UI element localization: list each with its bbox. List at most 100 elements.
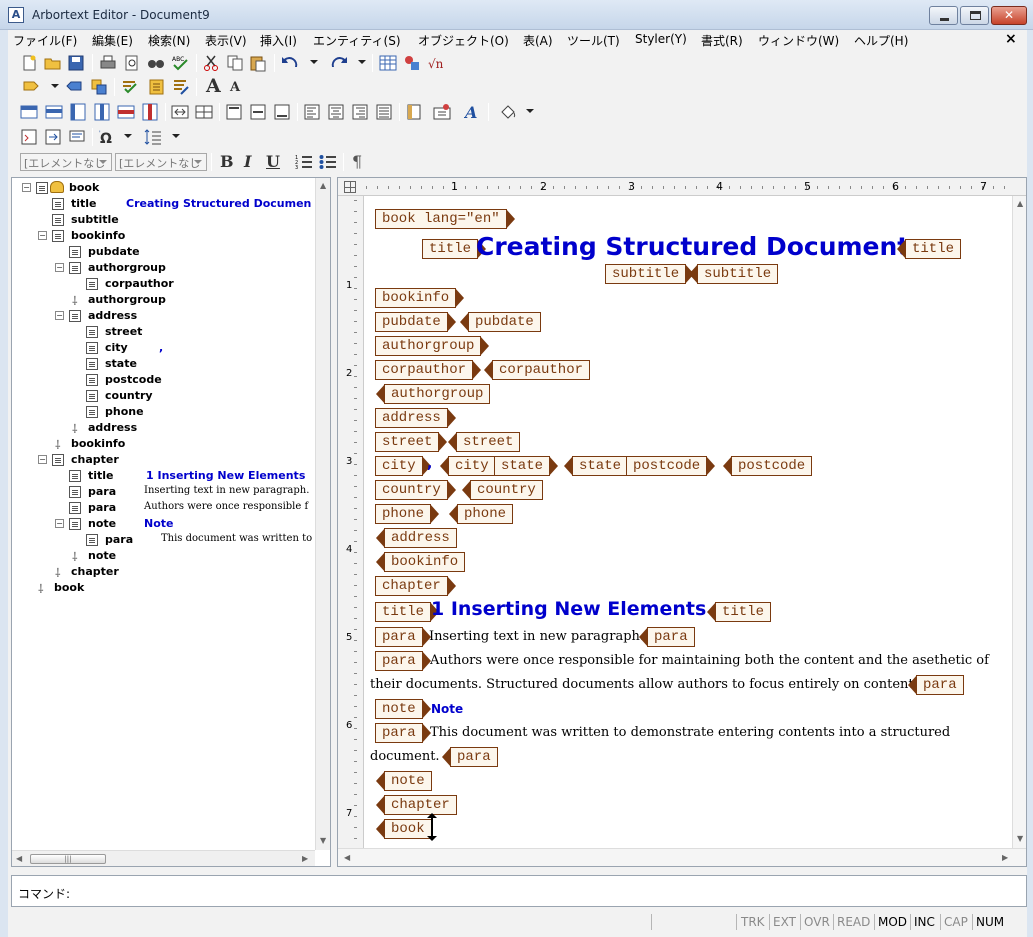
tree-row-note-para[interactable]: para This document was written to — [86, 532, 314, 548]
insert-row-below-icon[interactable] — [45, 103, 63, 121]
bullet-list-icon[interactable] — [319, 153, 337, 171]
menu-object[interactable]: オブジェクト(O) — [418, 32, 509, 49]
tag-para3-start[interactable]: para — [375, 723, 431, 743]
paste-icon[interactable] — [249, 54, 267, 72]
scroll-down-icon[interactable]: ▼ — [320, 836, 326, 845]
insert-column-left-icon[interactable] — [69, 103, 87, 121]
menu-table[interactable]: 表(A) — [523, 32, 553, 49]
tag-address-start[interactable]: address — [375, 408, 456, 428]
tree-row-postcode[interactable]: postcode — [86, 372, 286, 388]
close-document-button[interactable]: × — [1005, 31, 1017, 47]
document-vertical-scrollbar[interactable]: ▲ ▼ — [1012, 196, 1026, 848]
font-size-up-icon[interactable]: A — [206, 75, 221, 97]
tag-country-end[interactable]: country — [462, 480, 543, 500]
modify-attributes-icon[interactable] — [172, 78, 190, 96]
tree-row-chapter[interactable]: − chapter — [38, 452, 238, 468]
tag-street-end[interactable]: street — [447, 432, 521, 452]
tree-row-authorgroup-end[interactable]: ⸸ authorgroup — [72, 292, 272, 308]
scroll-up-icon[interactable]: ▲ — [320, 181, 326, 190]
tag-postcode-start[interactable]: postcode — [626, 456, 716, 476]
tree-row-para-2[interactable]: para Authors were once responsible f — [69, 500, 314, 516]
tag-book-end[interactable]: book — [376, 819, 432, 839]
cell-properties-icon[interactable] — [433, 103, 451, 121]
tag-chapter-title-end[interactable]: title — [706, 602, 772, 622]
align-bottom-icon[interactable] — [273, 103, 291, 121]
collapse-icon[interactable]: − — [38, 455, 47, 464]
fill-color-dropdown[interactable] — [526, 109, 534, 113]
tag-state-end[interactable]: state — [563, 456, 629, 476]
collapse-icon[interactable]: − — [38, 231, 47, 240]
tree-row-book[interactable]: − book — [22, 180, 312, 196]
tag-bookinfo-end[interactable]: bookinfo — [375, 552, 466, 572]
bold-button[interactable]: B — [220, 152, 234, 171]
element-list-2[interactable]: [エレメントなし — [115, 153, 207, 171]
tag-para2-start[interactable]: para — [375, 651, 431, 671]
undo-dropdown[interactable] — [310, 60, 318, 64]
tree-row-address[interactable]: − address — [55, 308, 255, 324]
change-markup-icon[interactable] — [66, 78, 84, 96]
tag-chapter-end[interactable]: chapter — [376, 795, 457, 815]
tag-postcode-end[interactable]: postcode — [722, 456, 813, 476]
tree-row-book-end[interactable]: ⸸ book — [38, 580, 238, 596]
tag-chapter-title-start[interactable]: title — [375, 602, 440, 622]
print-icon[interactable] — [99, 54, 117, 72]
menu-help[interactable]: ヘルプ(H) — [854, 32, 908, 49]
element-list-1[interactable]: [エレメントなし — [20, 153, 112, 171]
tag-book-start[interactable]: book lang="en" — [375, 209, 515, 229]
tag-pubdate-start[interactable]: pubdate — [375, 312, 456, 332]
tag-street-start[interactable]: street — [375, 432, 448, 452]
document-horizontal-scrollbar[interactable]: ◀ ▶ — [338, 848, 1026, 866]
tree-row-city[interactable]: city , — [86, 340, 286, 356]
collapse-icon[interactable]: − — [55, 263, 64, 272]
tag-para1-end[interactable]: para — [639, 627, 695, 647]
italic-button[interactable]: I — [244, 152, 251, 171]
tree-row-chapter-end[interactable]: ⸸ chapter — [55, 564, 255, 580]
tag-note-start[interactable]: note — [375, 699, 431, 719]
tag-corpauthor-start[interactable]: corpauthor — [375, 360, 482, 380]
collapse-icon[interactable]: − — [55, 519, 64, 528]
delete-row-icon[interactable] — [117, 103, 135, 121]
numbered-list-icon[interactable]: 123 — [295, 153, 313, 171]
tag-pubdate-end[interactable]: pubdate — [460, 312, 541, 332]
align-middle-icon[interactable] — [249, 103, 267, 121]
minimize-button[interactable] — [929, 6, 958, 25]
scroll-right-icon[interactable]: ▶ — [302, 854, 308, 863]
scroll-right-icon[interactable]: ▶ — [1002, 853, 1008, 862]
tree-row-chapter-title[interactable]: title 1 Inserting New Elements — [69, 468, 314, 484]
tree-row-bookinfo-end[interactable]: ⸸ bookinfo — [55, 436, 255, 452]
redo-icon[interactable] — [330, 54, 348, 72]
table-icon[interactable] — [379, 54, 397, 72]
command-line[interactable]: コマンド: — [11, 875, 1027, 907]
tag-city-end[interactable]: city — [440, 456, 496, 476]
tag-city-start[interactable]: city — [375, 456, 431, 476]
tag-subtitle-end[interactable]: subtitle — [688, 264, 779, 284]
save-icon[interactable] — [67, 54, 85, 72]
align-left-icon[interactable] — [303, 103, 321, 121]
tree-row-note-end[interactable]: ⸸ note — [72, 548, 272, 564]
tree-row-state[interactable]: state — [86, 356, 286, 372]
cut-icon[interactable] — [202, 54, 220, 72]
edit-attributes-icon[interactable] — [148, 78, 166, 96]
tag-phone-start[interactable]: phone — [375, 504, 440, 524]
tag-phone-end[interactable]: phone — [448, 504, 514, 524]
line-spacing-icon[interactable] — [144, 128, 162, 146]
tag-corpauthor-end[interactable]: corpauthor — [483, 360, 591, 380]
equation-icon[interactable]: √n — [427, 54, 445, 72]
check-completeness-icon[interactable] — [121, 78, 139, 96]
insert-comment-icon[interactable] — [68, 128, 86, 146]
scroll-thumb[interactable]: ||| — [30, 854, 106, 864]
tag-authorgroup-start[interactable]: authorgroup — [375, 336, 490, 356]
tree-vertical-scrollbar[interactable]: ▲ ▼ — [315, 178, 330, 850]
menu-format[interactable]: 書式(R) — [701, 32, 743, 49]
insert-graphic-icon[interactable] — [403, 54, 421, 72]
tag-para3-end[interactable]: para — [442, 747, 498, 767]
tree-row-phone[interactable]: phone — [86, 404, 286, 420]
insert-column-right-icon[interactable] — [93, 103, 111, 121]
tag-para1-start[interactable]: para — [375, 627, 431, 647]
menu-styler[interactable]: Styler(Y) — [635, 32, 687, 46]
join-cells-icon[interactable] — [171, 103, 189, 121]
tag-subtitle-start[interactable]: subtitle — [605, 264, 695, 284]
tag-address-end[interactable]: address — [376, 528, 457, 548]
collapse-icon[interactable]: − — [55, 311, 64, 320]
tag-state-start[interactable]: state — [494, 456, 559, 476]
